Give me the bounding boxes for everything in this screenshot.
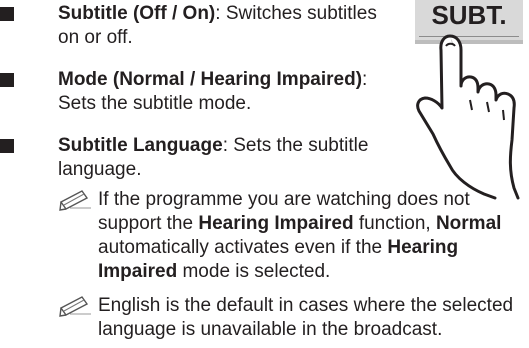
note-text: support the	[98, 213, 199, 234]
note-text: mode is selected.	[177, 261, 331, 282]
item-title: Subtitle (Off / On)	[58, 3, 216, 24]
note-bold-text: Impaired	[98, 261, 178, 282]
note-text: function,	[353, 213, 436, 234]
remote-button-illustration: SUBT.	[400, 0, 529, 200]
note-hearing-impaired: If the programme you are watching does n…	[58, 188, 528, 288]
item-title: Subtitle Language	[58, 135, 223, 156]
bullet-icon	[0, 73, 14, 87]
note-bold-text: Normal	[435, 213, 502, 234]
item-description: :	[362, 69, 368, 90]
item-description-cont: Sets the subtitle mode.	[58, 93, 252, 114]
pencil-note-icon	[59, 296, 91, 317]
note-line: English is the default in cases where th…	[98, 295, 514, 316]
note-default-language: English is the default in cases where th…	[58, 294, 528, 344]
item-description: : Switches subtitles	[215, 3, 377, 24]
note-bold-text: Hearing Impaired	[198, 213, 354, 234]
note-text: automatically activates even if the	[98, 237, 388, 258]
item-description-cont: on or off.	[58, 27, 133, 48]
bullet-icon	[0, 7, 14, 21]
pencil-note-icon	[59, 190, 91, 211]
pointing-hand-icon	[416, 34, 520, 200]
bullet-icon	[0, 139, 14, 153]
note-bold-text: Hearing	[387, 237, 459, 258]
item-description: : Sets the subtitle	[222, 135, 369, 156]
item-title: Mode (Normal / Hearing Impaired)	[58, 69, 363, 90]
item-description-cont: language.	[58, 159, 142, 180]
note-line: language is unavailable in the broadcast…	[98, 319, 443, 340]
